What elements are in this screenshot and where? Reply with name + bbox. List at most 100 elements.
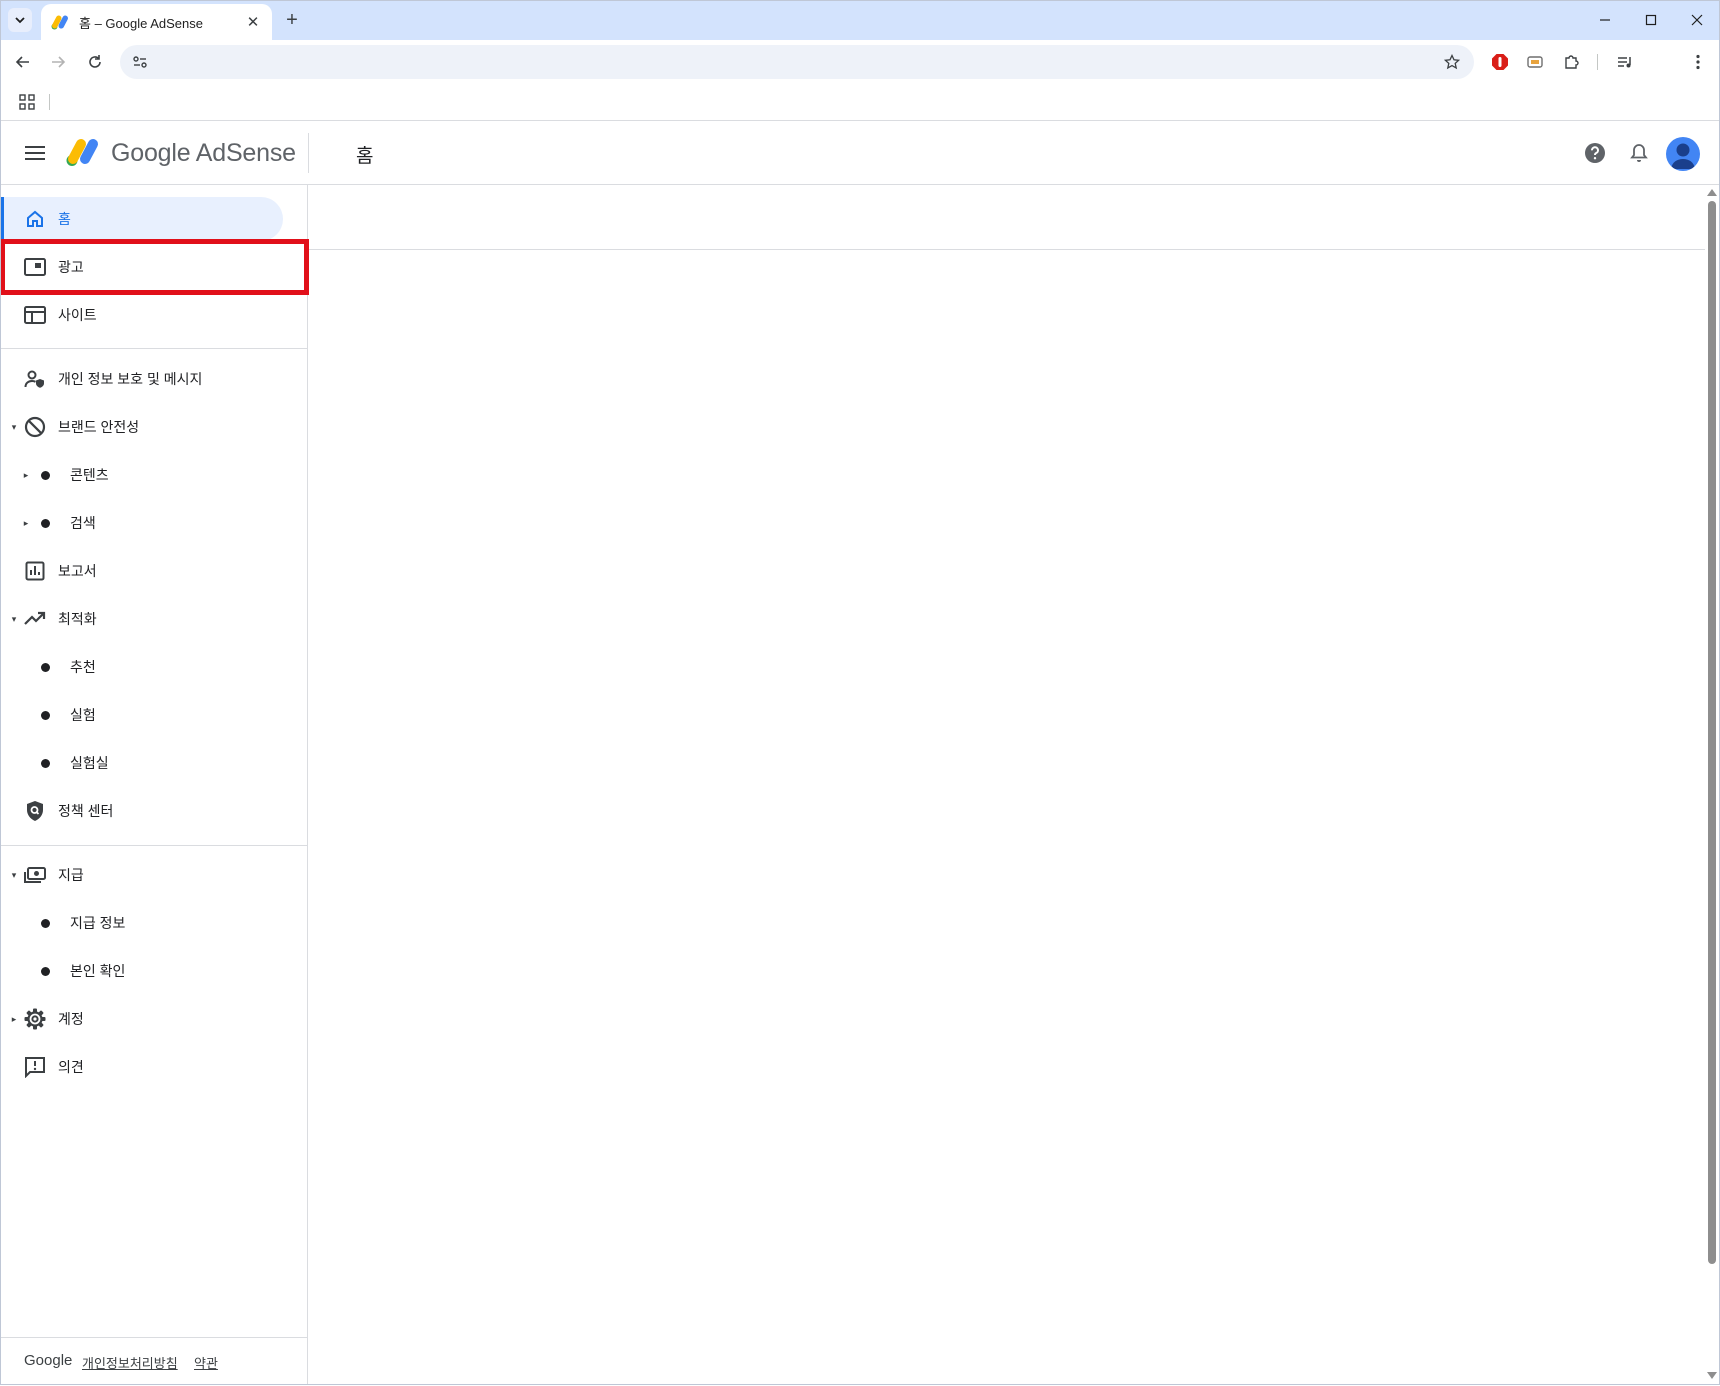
hamburger-menu-icon [25,146,45,160]
tab-close-icon[interactable]: ✕ [244,13,262,31]
sidebar-item-reports[interactable]: 보고서 [0,549,300,593]
gear-icon [23,1007,47,1031]
browser-toolbar [0,40,1720,84]
sidebar-item-label: 계정 [58,1011,84,1027]
sidebar-item-sites[interactable]: 사이트 [0,293,300,337]
reload-button[interactable] [80,47,110,77]
help-button[interactable] [1581,139,1609,167]
sidebar-item-content[interactable]: ▸ 콘텐츠 [0,453,300,497]
sidebar-footer: Google 개인정보처리방침 약관 [0,1337,307,1386]
sidebar-item-label: 검색 [70,515,96,531]
site-settings-icon[interactable] [130,52,150,72]
trending-up-icon [23,607,47,631]
bullet-dot-icon [41,918,50,928]
sidebar-item-policy-center[interactable]: 정책 센터 [0,789,300,833]
browser-tab-active[interactable]: 홈 – Google AdSense ✕ [41,4,272,40]
home-icon [23,207,47,231]
bell-icon [1630,144,1648,162]
browser-menu-icon[interactable] [1686,50,1710,74]
sidebar-item-brand-safety[interactable]: ▾ 브랜드 안전성 [0,405,300,449]
collapsed-caret-icon: ▸ [23,517,29,528]
adblock-extension-icon[interactable] [1488,50,1512,74]
bullet-dot-icon [41,470,50,480]
expanded-caret-icon: ▾ [11,421,17,432]
sidebar-item-search[interactable]: ▸ 검색 [0,501,300,545]
sidebar-item-identity-verification[interactable]: 본인 확인 [0,949,300,993]
forward-button[interactable] [43,47,73,77]
minimize-button[interactable] [1582,0,1628,40]
sidebar-item-label: 본인 확인 [70,963,126,979]
close-window-button[interactable] [1674,0,1720,40]
expanded-caret-icon: ▾ [11,869,17,880]
bookmarks-bar [0,84,1720,121]
bookmark-star-icon[interactable] [1442,52,1462,72]
bullet-dot-icon [41,966,50,976]
back-button[interactable] [8,47,38,77]
sidebar-item-label: 사이트 [58,307,97,323]
sidebar-item-label: 의견 [58,1059,84,1075]
expanded-caret-icon: ▾ [11,613,17,624]
bullet-dot-icon [41,518,50,528]
main-menu-button[interactable] [22,140,48,166]
sidebar-item-label: 콘텐츠 [70,467,109,483]
media-controls-icon[interactable] [1613,50,1637,74]
maximize-icon [1645,14,1657,26]
privacy-person-icon [23,367,47,391]
sidebar-item-label: 지급 정보 [70,915,126,931]
address-bar[interactable] [120,45,1474,79]
sidebar-item-account[interactable]: ▸ 계정 [0,997,300,1041]
new-tab-button[interactable]: + [280,8,304,32]
sidebar-item-recommendations[interactable]: 추천 [0,645,300,689]
collapsed-caret-icon: ▸ [23,469,29,480]
scrollbar-thumb[interactable] [1708,201,1716,1264]
collapsed-caret-icon: ▸ [11,1013,17,1024]
sidebar-item-label: 브랜드 안전성 [58,419,140,435]
sidebar-item-label: 보고서 [58,563,97,579]
reload-icon [89,55,101,68]
bar-chart-icon [23,559,47,583]
sidebar-item-payments-info[interactable]: 지급 정보 [0,901,300,945]
sidebar: 홈 광고 사이트 개인 정보 보호 및 메시지 ▾ 브랜드 안전성 ▸ 콘텐츠 [0,185,308,1385]
terms-link[interactable]: 약관 [194,1353,218,1372]
bullet-dot-icon [41,662,50,672]
maximize-button[interactable] [1628,0,1674,40]
sidebar-divider [0,348,307,349]
highlight-box [0,239,309,295]
bullet-dot-icon [41,758,50,768]
sidebar-divider [0,845,307,846]
notifications-button[interactable] [1625,139,1653,167]
sidebar-item-label: 정책 센터 [58,803,114,819]
sidebar-item-label: 실험실 [70,755,109,771]
tab-search-button[interactable] [8,8,32,32]
sidebar-item-label: 실험 [70,707,96,723]
tab-title: 홈 – Google AdSense [79,15,203,31]
privacy-policy-link[interactable]: 개인정보처리방침 [82,1353,178,1372]
app-header: Google AdSense 홈 [0,121,1720,185]
sidebar-item-feedback[interactable]: 의견 [0,1045,300,1089]
sidebar-item-label: 개인 정보 보호 및 메시지 [58,371,203,387]
main-content-header [309,185,1705,250]
extensions-puzzle-icon[interactable] [1560,50,1584,74]
brand-name[interactable]: Google AdSense [111,139,296,168]
sidebar-item-home[interactable]: 홈 [0,197,283,241]
help-icon [1585,143,1605,163]
sidebar-item-label: 홈 [58,211,71,227]
account-avatar[interactable] [1666,137,1700,171]
sidebar-item-experiments[interactable]: 실험 [0,693,300,737]
page-title: 홈 [356,146,374,167]
sidebar-item-labs[interactable]: 실험실 [0,741,300,785]
scroll-down-arrow-icon[interactable] [1707,1372,1717,1379]
header-divider [308,133,309,173]
cast-extension-icon[interactable] [1523,50,1547,74]
block-icon [23,415,47,439]
arrow-forward-icon [52,56,66,68]
shield-search-icon [23,799,47,823]
apps-grid-icon[interactable] [18,93,36,111]
payments-icon [23,863,47,887]
bookmarks-separator [49,94,50,110]
sidebar-item-payments[interactable]: ▾ 지급 [0,853,300,897]
scroll-up-arrow-icon[interactable] [1707,189,1717,196]
sidebar-item-optimization[interactable]: ▾ 최적화 [0,597,300,641]
sidebar-item-privacy-messaging[interactable]: 개인 정보 보호 및 메시지 [0,357,300,401]
sidebar-item-label: 최적화 [58,611,97,627]
